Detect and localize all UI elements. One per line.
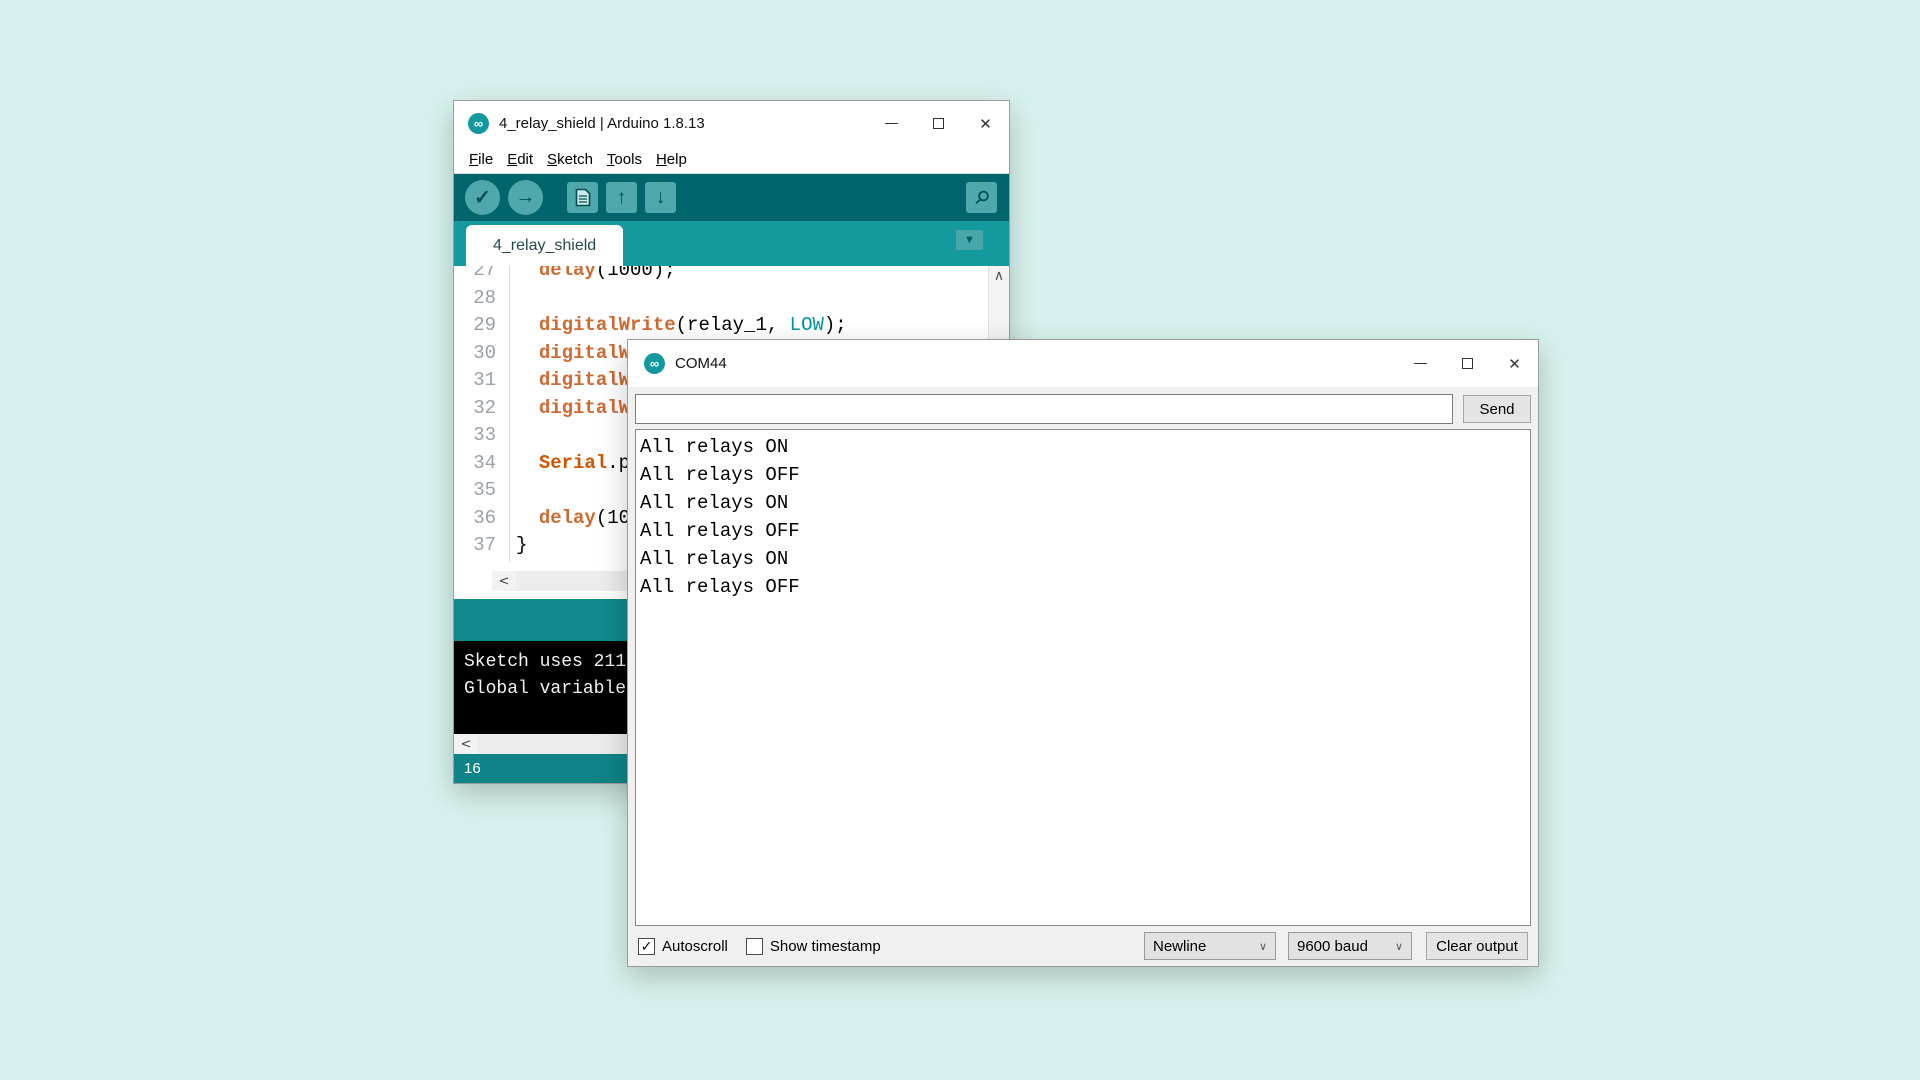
code-text [510,424,516,452]
line-number: 33 [454,424,510,452]
serial-close-button[interactable]: ✕ [1491,340,1538,387]
code-text: digitalWr [510,369,641,397]
right-arrow-icon: → [516,186,536,209]
clear-output-button[interactable]: Clear output [1426,932,1528,960]
code-text: delay(100 [510,507,641,535]
show-timestamp-label: Show timestamp [770,938,881,955]
code-text: digitalWrite(relay_1, LOW); [510,314,847,342]
line-number: 35 [454,479,510,507]
chevron-down-icon: ▼ [964,234,975,246]
menu-edit[interactable]: Edit [500,148,540,171]
line-ending-value: Newline [1153,938,1206,955]
serial-monitor-window: ∞ COM44 ✕ Send All relays ONAll relays O… [627,339,1539,967]
serial-minimize-button[interactable] [1397,340,1444,387]
serial-line: All relays OFF [640,517,1530,545]
code-text: } [510,534,527,562]
line-number: 30 [454,342,510,370]
code-text: digitalWr [510,397,641,425]
serial-window-title: COM44 [675,355,727,372]
serial-body: Send All relays ONAll relays OFFAll rela… [628,388,1538,966]
tab-label: 4_relay_shield [493,237,596,255]
line-number: 27 [454,266,510,287]
line-ending-select[interactable]: Newline ∨ [1144,932,1276,960]
save-button[interactable]: ↓ [645,182,676,213]
line-number: 32 [454,397,510,425]
chevron-down-icon: ∨ [1245,940,1267,953]
code-line[interactable]: 29 digitalWrite(relay_1, LOW); [454,314,1009,342]
arduino-logo-icon: ∞ [644,353,665,374]
code-line[interactable]: 27 delay(1000); [454,266,1009,287]
serial-line: All relays ON [640,545,1530,573]
baud-rate-select[interactable]: 9600 baud ∨ [1288,932,1412,960]
current-line-number: 16 [464,760,481,777]
magnifier-icon [973,189,991,207]
serial-line: All relays ON [640,489,1530,517]
menu-bar: FileEditSketchToolsHelp [454,146,1009,174]
check-icon: ✓ [474,185,491,210]
close-icon: ✕ [1508,355,1521,373]
close-icon: ✕ [979,115,992,133]
code-text: Serial.pr [510,452,641,480]
scroll-left-arrow-icon[interactable]: < [454,734,478,754]
ide-titlebar[interactable]: ∞ 4_relay_shield | Arduino 1.8.13 ✕ [454,101,1009,146]
new-sketch-button[interactable] [567,182,598,213]
tab-4-relay-shield[interactable]: 4_relay_shield [466,225,623,266]
document-icon [575,188,591,207]
autoscroll-checkbox[interactable]: ✓ [638,938,655,955]
line-number: 29 [454,314,510,342]
up-arrow-icon: ↑ [617,187,627,209]
serial-titlebar[interactable]: ∞ COM44 ✕ [628,340,1538,388]
ide-toolbar: ✓ → ↑ ↓ [454,174,1009,221]
line-number: 28 [454,287,510,315]
ide-minimize-button[interactable] [868,101,915,146]
ide-window-title: 4_relay_shield | Arduino 1.8.13 [499,115,705,132]
serial-line: All relays ON [640,433,1530,461]
open-button[interactable]: ↑ [606,182,637,213]
maximize-icon [1462,358,1473,369]
code-text [510,287,516,315]
line-number: 36 [454,507,510,535]
code-text: delay(1000); [510,266,676,287]
menu-help[interactable]: Help [649,148,694,171]
serial-output-area[interactable]: All relays ONAll relays OFFAll relays ON… [635,429,1531,926]
code-line[interactable]: 28 [454,287,1009,315]
line-number: 34 [454,452,510,480]
serial-line: All relays OFF [640,461,1530,489]
tab-list-dropdown-button[interactable]: ▼ [956,230,983,250]
ide-close-button[interactable]: ✕ [962,101,1009,146]
minimize-icon [1414,363,1427,364]
code-text: digitalWr [510,342,641,370]
verify-button[interactable]: ✓ [465,180,500,215]
menu-sketch[interactable]: Sketch [540,148,600,171]
scroll-left-arrow-icon[interactable]: < [492,571,516,591]
ide-maximize-button[interactable] [915,101,962,146]
down-arrow-icon: ↓ [656,187,666,209]
show-timestamp-checkbox[interactable] [746,938,763,955]
serial-send-input[interactable] [635,394,1453,424]
minimize-icon [885,123,898,124]
menu-file[interactable]: File [462,148,500,171]
tab-strip: 4_relay_shield ▼ [454,221,1009,266]
scroll-up-arrow-icon[interactable]: ∧ [989,266,1009,286]
upload-button[interactable]: → [508,180,543,215]
send-button[interactable]: Send [1463,395,1531,423]
check-icon: ✓ [641,938,653,955]
baud-rate-value: 9600 baud [1297,938,1368,955]
autoscroll-label: Autoscroll [662,938,728,955]
line-number: 31 [454,369,510,397]
serial-monitor-button[interactable] [966,182,997,213]
chevron-down-icon: ∨ [1381,940,1403,953]
code-text [510,479,516,507]
line-number: 37 [454,534,510,562]
maximize-icon [933,118,944,129]
serial-line: All relays OFF [640,573,1530,601]
serial-bottom-bar: ✓ Autoscroll Show timestamp Newline ∨ 96… [635,926,1531,966]
serial-maximize-button[interactable] [1444,340,1491,387]
arduino-logo-icon: ∞ [468,113,489,134]
menu-tools[interactable]: Tools [600,148,649,171]
